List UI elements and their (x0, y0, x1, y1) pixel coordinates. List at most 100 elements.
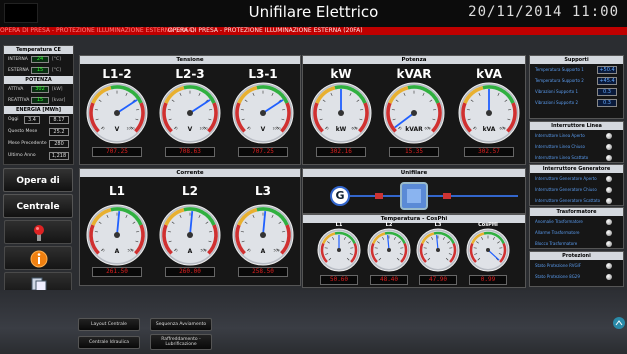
centrale-button[interactable]: Centrale (3, 194, 73, 218)
gauge-min-label: 0 (175, 127, 177, 131)
status-row: Stato Protezione 8G29 (530, 271, 623, 282)
voltage-gauge: V 0 1000 (232, 82, 294, 144)
alarm-text: OPERA DI PRESA - PROTEZIONE ILLUMINAZION… (168, 27, 363, 34)
int-linea-title: Interruttore Linea (530, 122, 623, 130)
alarm-banner[interactable]: OPERA DI PRESA - PROTEZIONE ILLUMINAZION… (0, 27, 627, 35)
status-row: Interruttore Generatore Aperto (530, 173, 623, 184)
supporti-value: +50.4 (597, 66, 617, 74)
unifilare-title: Unifilare (303, 169, 525, 177)
corrente-value: 260.00 (165, 267, 215, 277)
gauge-unit: kVA (483, 126, 496, 133)
corrente-label: L1 (109, 184, 125, 198)
power-label: REATTIVA (8, 98, 30, 103)
gauge-min-label: 0 (248, 249, 250, 253)
gauge-min-label: 0 (175, 249, 177, 253)
temp-gauge-value: 50.60 (320, 275, 358, 285)
protezioni-title: Protezioni (530, 252, 623, 260)
energy-row-today: Oggi 3.4 8.17 (4, 114, 73, 126)
gauge-unit: kW (336, 126, 347, 133)
power-value: 15 (31, 97, 49, 104)
temp-gauge-value: 48.40 (370, 275, 408, 285)
status-label: Interruttore Generatore Chiuso (535, 187, 597, 192)
supporti-title: Supporti (530, 56, 623, 64)
current-gauge: A 0 500 (86, 204, 148, 266)
energy-value: 280 (49, 140, 69, 148)
status-row: Allarme Trasformatore (530, 227, 623, 238)
status-row: Stato Protezione RVGIF (530, 260, 623, 271)
raffreddamento-button[interactable]: Raffreddamento - Lubrificazione (150, 334, 212, 350)
temperature-gauge (317, 228, 361, 272)
status-label: Interruttore Linea Aperto (535, 133, 585, 138)
corrente-value: 261.50 (92, 267, 142, 277)
gauge-max-label: 600 (424, 127, 430, 131)
energy-panel-title: ENERGIA [MWh] (4, 106, 73, 114)
status-led-icon (606, 230, 612, 236)
status-label: Stato Protezione 8G29 (535, 274, 580, 279)
status-label: Anomalie Trasformatore (535, 219, 583, 224)
gauge-max-label: 500 (273, 249, 279, 253)
temp-value: 24 (31, 56, 49, 63)
energy-row-year: Ultimo Anno 1,218 (4, 150, 73, 162)
int-gen-title: Interruttore Generatore (530, 165, 623, 173)
supporti-row: Vibrazioni Supporto 2 0.3 (530, 97, 623, 108)
energy-period-select[interactable]: 3.4 (24, 116, 40, 124)
voltage-gauge: V 0 1000 (86, 82, 148, 144)
supporti-label: Vibrazioni Supporto 2 (535, 100, 579, 105)
status-row: Blocco Trasformatore (530, 238, 623, 249)
scroll-up-icon[interactable] (612, 316, 626, 330)
power-gauge: kW 0 600 (310, 82, 372, 144)
valve-button[interactable] (4, 220, 72, 244)
temp-row-internal: INTERNA 24 [°C] (4, 54, 73, 65)
centrale-idraulica-button[interactable]: Centrale Idraulica (78, 336, 140, 349)
left-status-panel: Temperatura CE INTERNA 24 [°C] ESTERNA 15 [°… (3, 45, 74, 165)
gauge-max-label: 1000 (126, 127, 134, 131)
temp-unit: [°C] (52, 57, 61, 62)
sequenza-avviamento-button[interactable]: Sequenza Avviamento (150, 318, 212, 331)
potenza-label: kVA (476, 67, 502, 81)
corrente-title: Corrente (80, 169, 300, 177)
generator-icon[interactable]: G (330, 186, 350, 206)
power-unit: [kW] (52, 87, 63, 92)
gauge-unit: kVAR (405, 126, 423, 133)
power-value: 302 (31, 86, 49, 93)
potenza-label: kVAR (396, 67, 432, 81)
tensione-title: Tensione (80, 56, 300, 64)
status-row: Interruttore Linea Aperto (530, 130, 623, 141)
corrente-value: 258.50 (238, 267, 288, 277)
gauge-unit: V (188, 126, 193, 133)
status-led-icon (606, 274, 612, 280)
tensione-label: L1-2 (102, 67, 132, 81)
temperature-gauge (416, 228, 460, 272)
gauge-unit: A (261, 248, 266, 255)
tensione-value: 707.25 (92, 147, 142, 157)
status-label: Interruttore Generatore Aperto (535, 176, 597, 181)
status-row: Interruttore Linea Scattato (530, 152, 623, 163)
datetime-display: 20/11/2014 11:00 (468, 4, 619, 20)
corrente-label: L3 (255, 184, 271, 198)
status-label: Stato Protezione RVGIF (535, 263, 582, 268)
opera-di-presa-button[interactable]: Opera di Presa (3, 168, 73, 210)
status-led-icon (606, 144, 612, 150)
temp-label: INTERNA (8, 57, 28, 62)
energy-label: Oggi (8, 117, 19, 122)
energy-value: 25.2 (49, 128, 69, 136)
power-gauge: kVA 0 600 (458, 82, 520, 144)
power-row-active: ATTIVA 302 [kW] (4, 84, 73, 95)
gauge-min-label: 0 (399, 127, 401, 131)
supporti-value: +45.4 (597, 77, 617, 85)
gauge-min-label: 0 (248, 127, 250, 131)
status-row: Interruttore Generatore Chiuso (530, 184, 623, 195)
status-led-icon (606, 219, 612, 225)
tensione-value: 708.63 (165, 147, 215, 157)
temp-row-external: ESTERNA 15 [°C] (4, 65, 73, 76)
info-button[interactable] (4, 246, 72, 270)
status-led-icon (606, 155, 612, 161)
status-led-icon (606, 198, 612, 204)
supporti-label: Temperatura Supporto 1 (535, 67, 584, 72)
int-linea-panel: Interruttore Linea Interruttore Linea Ap… (529, 121, 624, 163)
layout-centrale-button[interactable]: Layout Centrale (78, 318, 140, 331)
gauge-max-label: 500 (127, 249, 133, 253)
energy-row-prev-month: Mese Precedente 280 (4, 138, 73, 150)
supporti-panel: Supporti Temperatura Supporto 1 +50.4 Tem… (529, 55, 624, 119)
corrente-label: L2 (182, 184, 198, 198)
